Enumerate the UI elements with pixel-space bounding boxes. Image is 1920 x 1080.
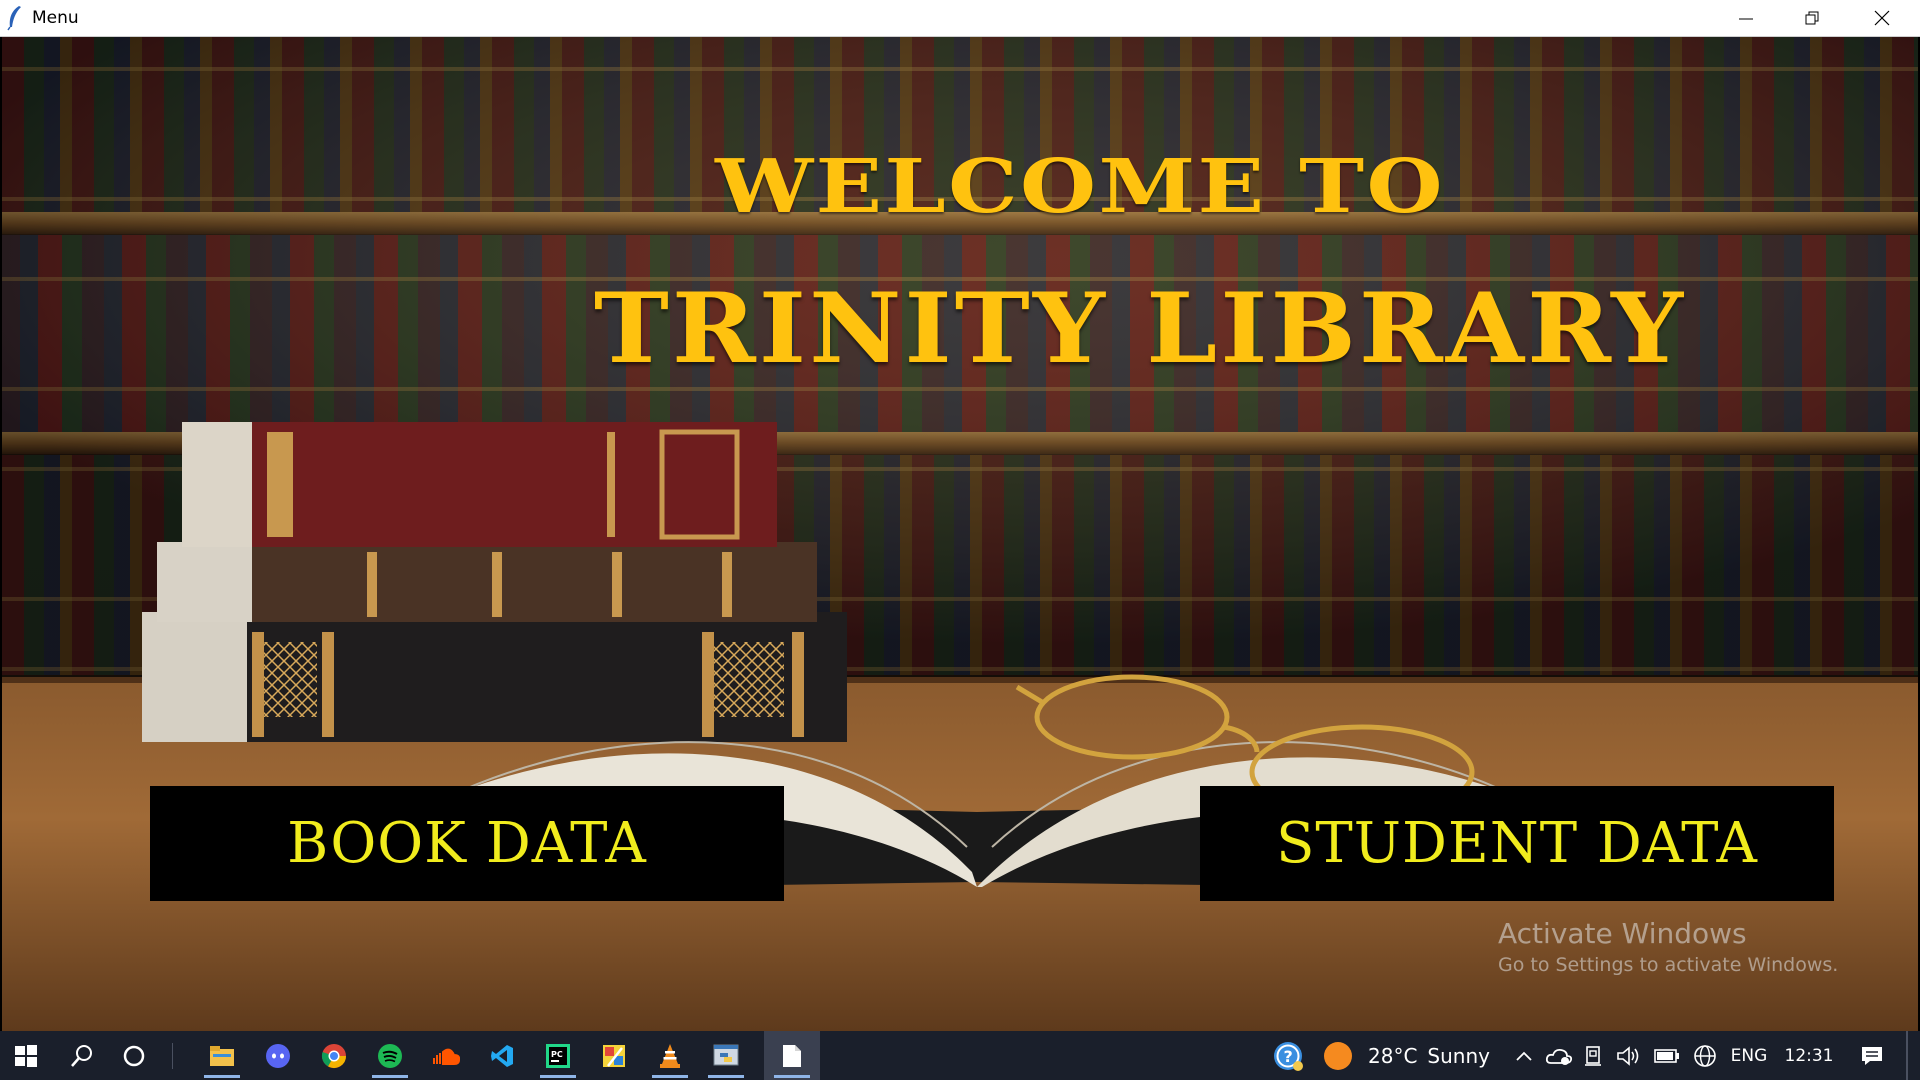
cloud-icon [1545,1048,1573,1065]
weather-widget[interactable]: 28°C Sunny [1322,1031,1512,1080]
taskbar: PC ? 28°C Sunny ENG 12:31 [0,1031,1920,1080]
running-indicator [708,1075,744,1078]
volume-button[interactable] [1612,1031,1646,1080]
spotify-taskbar-item[interactable] [362,1031,418,1080]
soundcloud-icon [433,1048,460,1065]
start-icon [15,1044,37,1067]
book-data-button[interactable]: BOOK DATA [150,786,784,901]
restore-button[interactable] [1782,0,1842,36]
show-hidden-icons-button[interactable] [1508,1031,1540,1080]
chevron-up-icon [1516,1051,1532,1061]
menu-window: WELCOME TO TRINITY LIBRARY BOOK DATA STU… [2,37,1918,1031]
language-button[interactable]: ENG [1726,1031,1772,1080]
running-indicator [204,1075,240,1078]
device-tray-icon[interactable] [1578,1031,1610,1080]
running-indicator [372,1075,408,1078]
running-indicator [774,1075,810,1078]
pycharm-taskbar-item[interactable]: PC [530,1031,586,1080]
vscode-icon [491,1044,513,1067]
svg-text:?: ? [1284,1047,1293,1066]
vlc-taskbar-item[interactable] [642,1031,698,1080]
paint-icon [603,1044,625,1067]
notification-icon [1862,1046,1882,1065]
window-title: Menu [32,8,79,28]
chrome-taskbar-item[interactable] [306,1031,362,1080]
watermark-title: Activate Windows [1498,917,1747,950]
python-idle-icon [713,1044,739,1065]
search-icon [71,1044,92,1067]
file-explorer-taskbar-item[interactable] [194,1031,250,1080]
window-title-bar: Menu [0,0,1920,37]
chrome-icon [321,1043,346,1068]
search-button[interactable] [56,1031,108,1080]
close-icon [1874,10,1890,26]
python-idle-taskbar-item[interactable] [698,1031,754,1080]
activate-windows-watermark: Activate Windows Go to Settings to activ… [1498,917,1838,976]
clock-button[interactable]: 12:31 [1776,1031,1842,1080]
onedrive-tray-icon[interactable] [1542,1031,1576,1080]
taskbar-separator [172,1043,173,1069]
help-button[interactable]: ? [1268,1031,1308,1080]
notepad-taskbar-item[interactable] [764,1031,820,1080]
spotify-icon [378,1043,402,1068]
minimize-icon [1739,18,1753,20]
sun-icon [1324,1041,1352,1070]
globe-icon [1694,1044,1716,1067]
running-indicator [540,1075,576,1078]
file-explorer-icon [210,1045,234,1066]
battery-button[interactable] [1650,1031,1684,1080]
cortana-icon [123,1045,145,1066]
discord-icon [266,1043,290,1068]
restore-icon [1805,11,1819,25]
network-button[interactable] [1688,1031,1722,1080]
weather-condition: Sunny [1427,1043,1490,1068]
speaker-icon [1617,1045,1639,1066]
library-title: TRINITY LIBRARY [593,272,1687,385]
action-center-button[interactable] [1852,1031,1892,1080]
feather-icon [7,6,21,31]
discord-taskbar-item[interactable] [250,1031,306,1080]
paint-taskbar-item[interactable] [586,1031,642,1080]
help-icon: ? [1274,1041,1303,1071]
show-desktop-button[interactable] [1906,1031,1908,1080]
start-button[interactable] [0,1031,52,1080]
device-icon [1585,1045,1601,1066]
soundcloud-taskbar-item[interactable] [418,1031,474,1080]
language-indicator: ENG [1730,1045,1768,1066]
pycharm-icon: PC [546,1043,570,1068]
battery-icon [1654,1048,1679,1063]
welcome-heading: WELCOME TO [715,144,1445,230]
minimize-button[interactable] [1716,0,1776,36]
vlc-icon [660,1043,680,1068]
watermark-subtitle: Go to Settings to activate Windows. [1498,954,1839,976]
notepad-icon [783,1044,801,1067]
svg-text:PC: PC [551,1050,563,1059]
clock-time: 12:31 [1784,1045,1834,1066]
student-data-button[interactable]: STUDENT DATA [1200,786,1834,901]
vscode-taskbar-item[interactable] [474,1031,530,1080]
running-indicator [652,1075,688,1078]
cortana-button[interactable] [108,1031,160,1080]
weather-temperature: 28°C [1368,1043,1418,1068]
close-button[interactable] [1852,0,1912,36]
